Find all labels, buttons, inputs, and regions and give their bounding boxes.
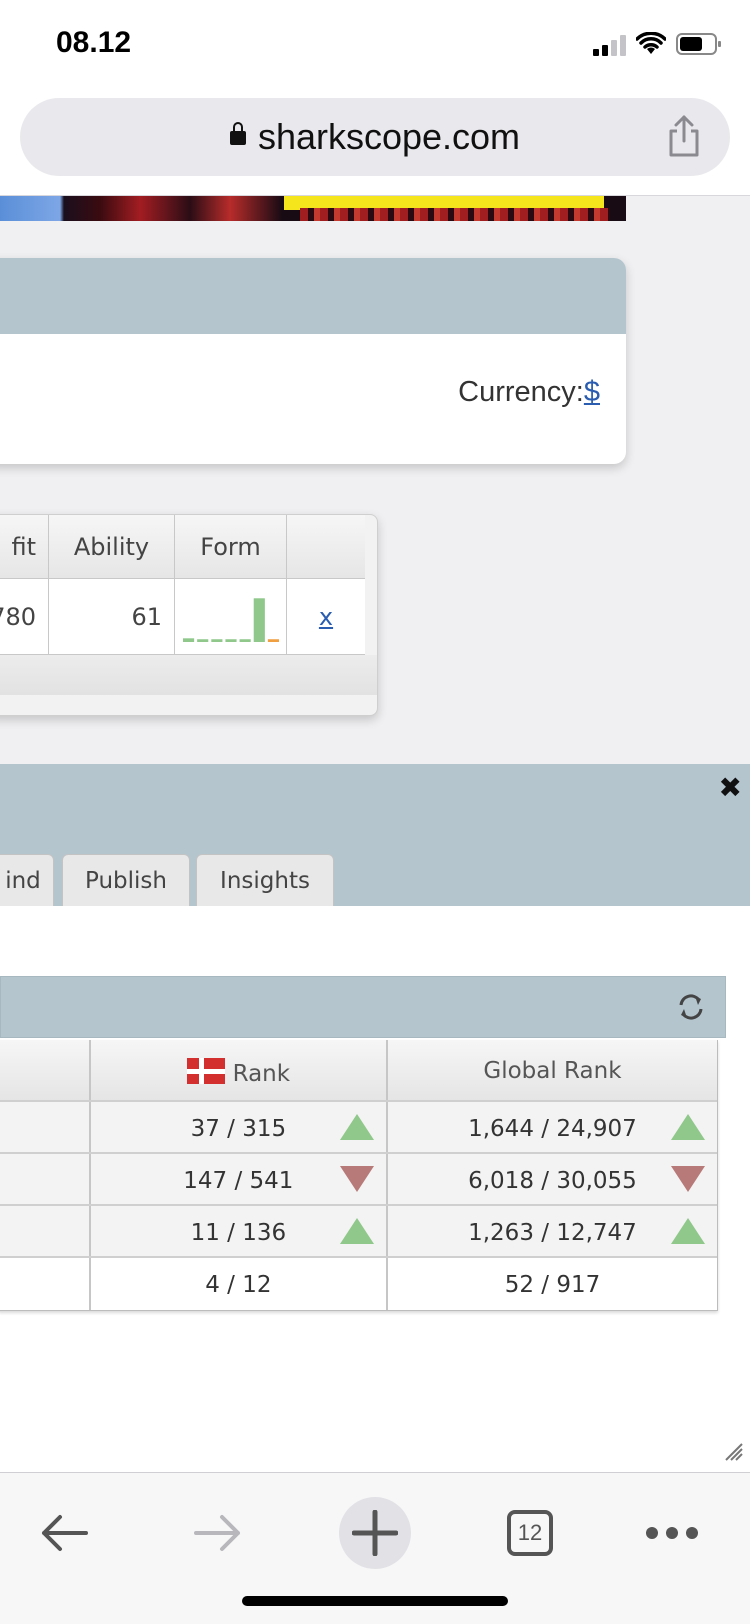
global-rank-value: 1,263 / 12,747 xyxy=(468,1220,637,1246)
statistics-panel-header: ✖ ind Publish Insights xyxy=(0,764,750,906)
refresh-icon[interactable] xyxy=(675,991,707,1023)
national-rank-cell: 4 / 12 xyxy=(91,1258,388,1310)
home-indicator xyxy=(242,1596,508,1606)
currency-link[interactable]: $ xyxy=(584,376,600,408)
tab-find[interactable]: ind xyxy=(0,854,54,906)
global-rank-value: 52 / 917 xyxy=(504,1272,601,1298)
tab-count: 12 xyxy=(507,1510,553,1556)
rankings-row: 11 / 136 1,263 / 12,747 xyxy=(0,1206,717,1258)
ability-value: 61 xyxy=(49,579,175,654)
resize-handle-icon[interactable] xyxy=(722,1440,744,1462)
rankings-header-row: Rank Global Rank xyxy=(0,1040,717,1102)
share-icon[interactable] xyxy=(664,114,704,158)
rankings-table: Rank Global Rank 37 / 315 1,644 / 24,907 1… xyxy=(0,1040,718,1311)
form-bar xyxy=(267,639,279,642)
rankings-row: 4 / 12 52 / 917 xyxy=(0,1258,717,1310)
rankings-header-global[interactable]: Global Rank xyxy=(388,1040,717,1100)
player-card-header xyxy=(0,258,626,334)
form-bar xyxy=(210,639,222,642)
currency-label: Currency: xyxy=(458,376,584,408)
url-text: sharkscope.com xyxy=(257,116,521,157)
summary-footer xyxy=(0,655,377,695)
rankings-row: 147 / 541 6,018 / 30,055 xyxy=(0,1154,717,1206)
trend-up-icon xyxy=(339,1218,374,1244)
header-form[interactable]: Form xyxy=(175,515,287,578)
header-rank-label: Rank xyxy=(232,1061,291,1087)
new-tab-icon[interactable] xyxy=(339,1497,411,1569)
denmark-flag-icon xyxy=(186,1058,225,1084)
trend-down-icon xyxy=(339,1166,374,1192)
trend-down-icon xyxy=(671,1166,705,1192)
rankings-row: 37 / 315 1,644 / 24,907 xyxy=(0,1102,717,1154)
form-sparkline xyxy=(182,598,279,642)
url-display[interactable]: sharkscope.com xyxy=(20,116,730,158)
player-summary-table: fit Ability Form 780 61 x xyxy=(0,514,378,716)
rankings-row-label xyxy=(0,1154,91,1204)
currency-selector: Currency:$ xyxy=(458,376,600,409)
status-icons xyxy=(593,30,722,58)
browser-address-area: sharkscope.com xyxy=(0,92,750,196)
status-time: 08.12 xyxy=(56,26,132,59)
trend-up-icon xyxy=(671,1218,705,1244)
form-bar xyxy=(224,639,237,642)
form-bar xyxy=(196,639,208,642)
global-rank-cell: 1,263 / 12,747 xyxy=(388,1206,717,1256)
trend-up-icon xyxy=(671,1114,705,1140)
national-rank-value: 4 / 12 xyxy=(205,1272,272,1298)
back-arrow-icon[interactable] xyxy=(28,1497,100,1569)
global-rank-cell: 6,018 / 30,055 xyxy=(388,1154,717,1204)
site-banner-image xyxy=(0,196,626,221)
rankings-header-label xyxy=(0,1040,91,1100)
rankings-header-national[interactable]: Rank xyxy=(91,1040,388,1100)
rankings-row-label xyxy=(0,1258,91,1310)
global-rank-value: 6,018 / 30,055 xyxy=(468,1168,637,1194)
rankings-row-label xyxy=(0,1102,91,1152)
rankings-row-label xyxy=(0,1206,91,1256)
form-bar xyxy=(239,639,251,642)
wifi-icon xyxy=(636,32,666,54)
summary-header-row: fit Ability Form xyxy=(0,515,365,579)
global-rank-cell: 52 / 917 xyxy=(388,1258,717,1310)
header-global-rank-label: Global Rank xyxy=(483,1058,622,1084)
status-bar: 08.12 xyxy=(0,0,750,92)
tab-insights[interactable]: Insights xyxy=(196,854,334,906)
more-icon[interactable] xyxy=(636,1497,708,1569)
tab-publish[interactable]: Publish xyxy=(62,854,190,906)
cellular-signal-icon xyxy=(593,32,626,56)
header-profit[interactable]: fit xyxy=(0,515,49,578)
address-bar[interactable]: sharkscope.com xyxy=(20,98,730,176)
form-bar xyxy=(253,598,265,642)
tabs-icon[interactable]: 12 xyxy=(494,1497,566,1569)
header-ability[interactable]: Ability xyxy=(49,515,175,578)
summary-data-row: 780 61 x xyxy=(0,579,365,655)
national-rank-cell: 37 / 315 xyxy=(91,1102,388,1152)
rankings-header-bar xyxy=(0,976,726,1038)
player-card: Currency:$ xyxy=(0,258,626,464)
national-rank-cell: 147 / 541 xyxy=(91,1154,388,1204)
header-remove xyxy=(287,515,365,578)
national-rank-cell: 11 / 136 xyxy=(91,1206,388,1256)
banner-pattern xyxy=(300,208,610,221)
forward-arrow-icon[interactable] xyxy=(182,1497,254,1569)
lock-icon xyxy=(229,122,246,145)
battery-icon xyxy=(676,33,721,55)
remove-player-link[interactable]: x xyxy=(319,603,333,631)
rankings-body: 37 / 315 1,644 / 24,907 147 / 541 6,018 / 3… xyxy=(0,1102,717,1310)
form-chart xyxy=(175,579,287,654)
global-rank-cell: 1,644 / 24,907 xyxy=(388,1102,717,1152)
profit-value: 780 xyxy=(0,579,49,654)
remove-cell: x xyxy=(287,579,365,654)
form-bar xyxy=(182,638,194,642)
close-icon[interactable]: ✖ xyxy=(719,774,742,802)
global-rank-value: 1,644 / 24,907 xyxy=(468,1116,637,1142)
trend-up-icon xyxy=(339,1114,374,1140)
